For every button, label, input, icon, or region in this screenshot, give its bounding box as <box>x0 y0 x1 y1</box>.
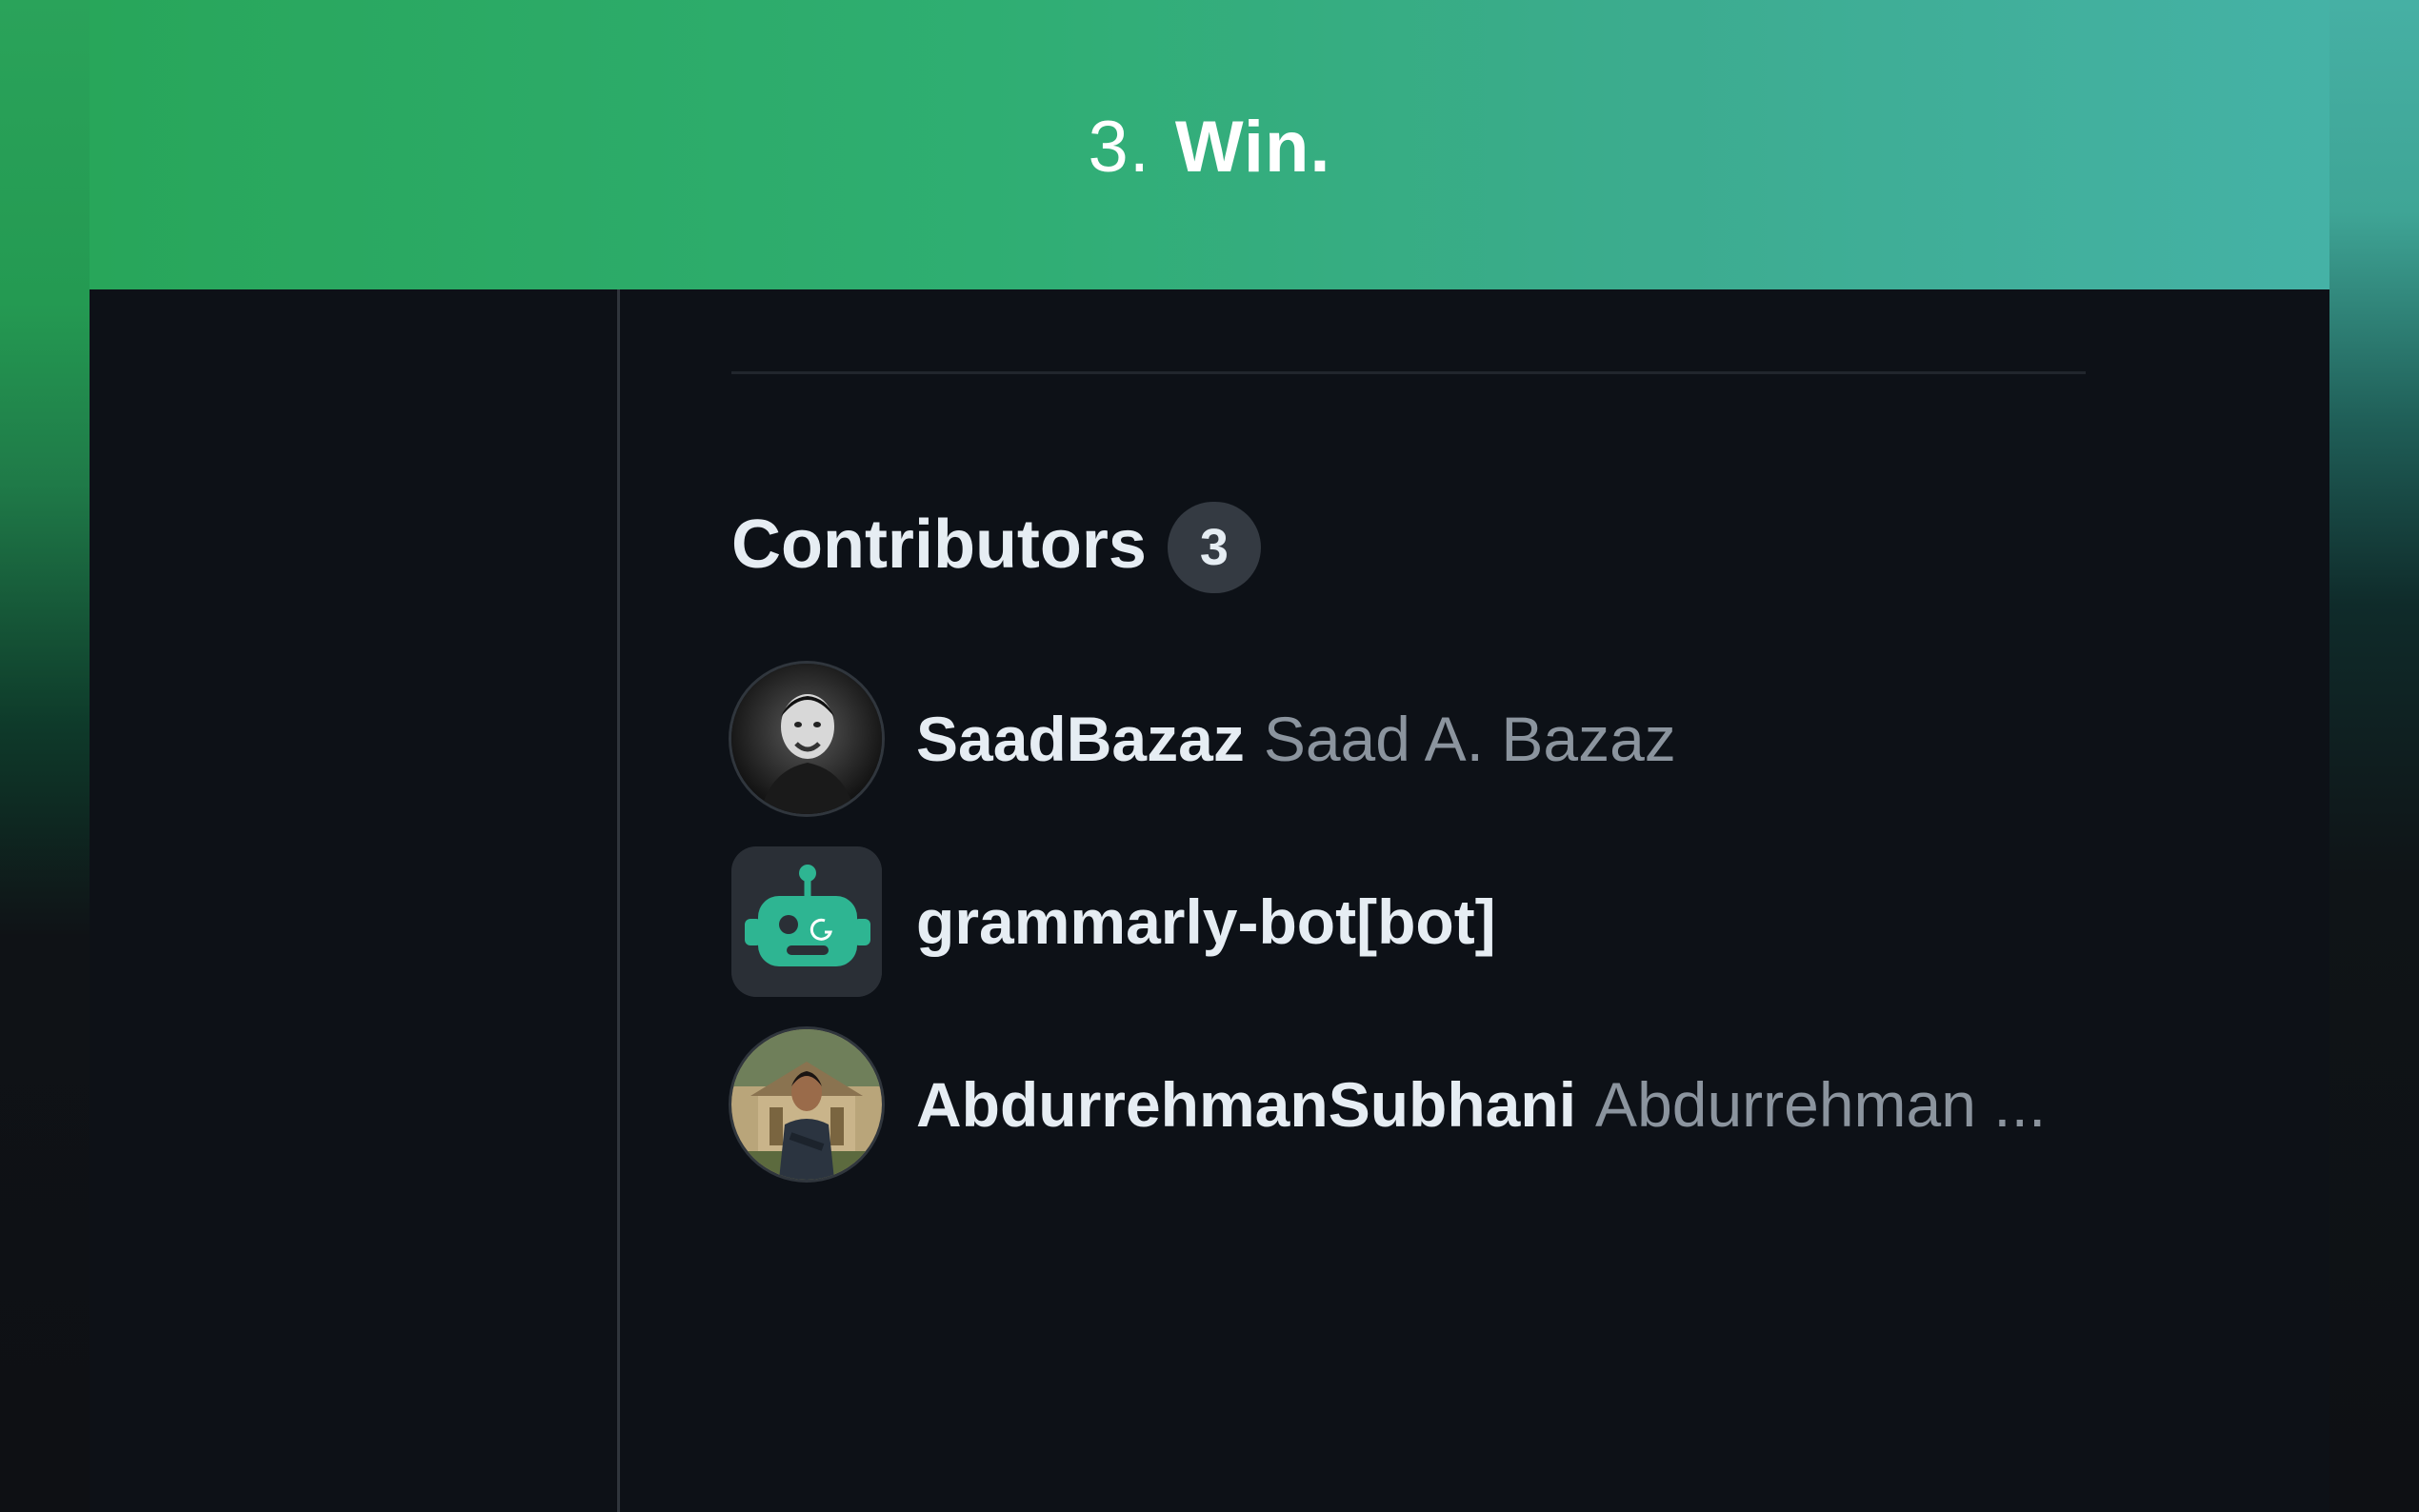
contributor-item[interactable]: grammarly-bot[bot] <box>731 846 2086 998</box>
browser-window: 3. Win. Contributors 3 SaadBazaz Saad A.… <box>90 0 2329 1512</box>
contributor-fullname: Abdurrehman ... <box>1595 1069 2047 1140</box>
promo-banner: 3. Win. <box>90 0 2329 289</box>
banner-heading: 3. Win. <box>1088 106 1330 189</box>
contributor-names: AbdurrehmanSubhani Abdurrehman ... <box>916 1068 2046 1141</box>
right-edge-background <box>2329 0 2419 1512</box>
person-avatar-icon <box>731 1029 882 1180</box>
section-divider <box>731 371 2086 374</box>
contributor-fullname: Saad A. Bazaz <box>1263 704 1676 774</box>
person-avatar-icon <box>731 664 882 814</box>
contributor-login[interactable]: SaadBazaz <box>916 703 1245 775</box>
contributor-item[interactable]: SaadBazaz Saad A. Bazaz <box>731 663 2086 815</box>
contributor-login[interactable]: grammarly-bot[bot] <box>916 885 1496 958</box>
sidebar-divider <box>617 289 620 1512</box>
contributors-list: SaadBazaz Saad A. Bazaz grammarly-bot[bo… <box>731 663 2086 1211</box>
contributor-login[interactable]: AbdurrehmanSubhani <box>916 1068 1576 1141</box>
avatar[interactable] <box>731 1029 882 1180</box>
bot-icon <box>731 846 882 997</box>
contributor-item[interactable]: AbdurrehmanSubhani Abdurrehman ... <box>731 1028 2086 1181</box>
contributors-header: Contributors 3 <box>731 497 1261 593</box>
contributor-names: SaadBazaz Saad A. Bazaz <box>916 703 1676 775</box>
avatar[interactable] <box>731 846 882 997</box>
avatar[interactable] <box>731 664 882 814</box>
banner-step-number: 3. <box>1088 106 1150 188</box>
contributors-count-badge: 3 <box>1167 502 1261 593</box>
contributor-names: grammarly-bot[bot] <box>916 885 1496 958</box>
banner-step-word: Win. <box>1174 106 1331 188</box>
contributors-title[interactable]: Contributors <box>731 506 1147 584</box>
